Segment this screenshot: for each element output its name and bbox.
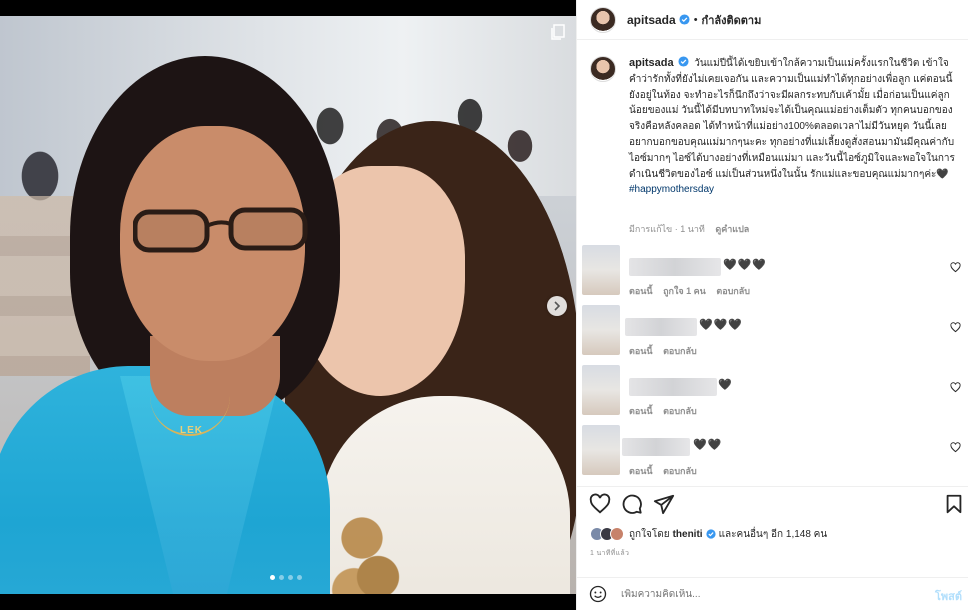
caption-edited: มีการแก้ไข · 1 นาที [629, 224, 705, 234]
see-translation-link[interactable]: ดูคำแปล [715, 224, 749, 234]
comment-item: 🖤🖤🖤 ตอนนี้ ถูกใจ 1 คน ตอบกลับ [577, 242, 968, 300]
post-side-panel: apitsada • กำลังติดตาม apitsada วันแม่ปี… [576, 0, 968, 610]
carousel-dot [288, 575, 293, 580]
comment-text: 🖤 [718, 379, 733, 391]
post-header: apitsada • กำลังติดตาม [577, 0, 968, 40]
redacted-username [629, 258, 721, 276]
commenter-avatar[interactable] [582, 245, 620, 295]
action-bar [577, 486, 968, 522]
header-separator: • [693, 13, 698, 26]
caption-meta: มีการแก้ไข · 1 นาที ดูคำแปล [629, 222, 757, 236]
instagram-post-modal: LEK apitsada • กำลังติดตาม apitsada วันแ… [0, 0, 968, 610]
comment-likes[interactable]: ถูกใจ 1 คน [663, 286, 706, 296]
reply-button[interactable]: ตอบกลับ [663, 406, 697, 416]
commenter-avatar[interactable] [582, 305, 620, 355]
glasses [133, 207, 308, 253]
comment-input[interactable] [621, 588, 901, 600]
reply-button[interactable]: ตอบกลับ [716, 286, 750, 296]
redacted-username [625, 318, 697, 336]
header-username[interactable]: apitsada [627, 13, 676, 27]
necklace-text: LEK [180, 425, 203, 436]
profile-avatar[interactable] [590, 6, 616, 33]
likes-count[interactable]: และคนอื่นๆ อีก 1,148 คน [719, 527, 828, 542]
redacted-username [622, 438, 690, 456]
comment-time: ตอนนี้ [629, 286, 653, 296]
like-comment-heart-icon[interactable] [950, 382, 961, 393]
comment-time: ตอนนี้ [629, 406, 653, 416]
share-paper-plane-icon[interactable] [653, 493, 675, 515]
post-timestamp: 1 นาทีที่แล้ว [590, 550, 630, 557]
caption-body: วันแม่ปีนี้ได้เขยิบเข้าใกล้ความเป็นแม่คร… [629, 58, 955, 180]
verified-badge-icon [705, 529, 716, 539]
caption-username[interactable]: apitsada [629, 57, 674, 69]
carousel-multi-icon [551, 24, 565, 40]
caption: apitsada วันแม่ปีนี้ได้เขยิบเข้าใกล้ความ… [577, 44, 968, 240]
caption-hashtag[interactable]: #happymothersday [629, 182, 959, 198]
comment-time: ตอนนี้ [629, 466, 653, 476]
liker-avatar[interactable] [610, 527, 624, 541]
comment-time: ตอนนี้ [629, 346, 653, 356]
reply-button[interactable]: ตอบกลับ [663, 466, 697, 476]
like-comment-heart-icon[interactable] [950, 262, 961, 273]
post-comment-button[interactable]: โพสต์ [935, 587, 962, 605]
carousel-dot-active [270, 575, 275, 580]
comment-meta: ตอนนี้ ตอบกลับ [629, 464, 705, 478]
liker-avatars [590, 527, 624, 541]
add-comment-bar: โพสต์ [577, 577, 968, 610]
comment-item: 🖤🖤🖤 ตอนนี้ ตอบกลับ [577, 302, 968, 360]
like-comment-heart-icon[interactable] [950, 322, 961, 333]
comment-item: 🖤 ตอนนี้ ตอบกลับ [577, 362, 968, 420]
caption-text-block: apitsada วันแม่ปีนี้ได้เขยิบเข้าใกล้ความ… [629, 56, 959, 198]
likes-summary: ถูกใจโดย theniti และคนอื่นๆ อีก 1,148 คน [590, 524, 827, 544]
caption-avatar[interactable] [590, 56, 616, 82]
commenter-avatar[interactable] [582, 365, 620, 415]
reply-button[interactable]: ตอบกลับ [663, 346, 697, 356]
comment-text: 🖤🖤🖤 [723, 259, 768, 271]
post-media: LEK [0, 0, 576, 610]
verified-badge-icon [679, 14, 690, 25]
comment-meta: ตอนนี้ ตอบกลับ [629, 344, 705, 358]
carousel-next-button[interactable] [547, 296, 567, 316]
liked-by-user[interactable]: theniti [673, 529, 703, 540]
comment-bubble-icon[interactable] [621, 493, 643, 515]
redacted-username [629, 378, 717, 396]
verified-badge-icon [678, 56, 689, 67]
comment-list: 🖤🖤🖤 ตอนนี้ ถูกใจ 1 คน ตอบกลับ 🖤🖤🖤 ตอนนี้ [577, 240, 968, 485]
following-button[interactable]: กำลังติดตาม [702, 11, 762, 29]
like-heart-icon[interactable] [589, 493, 611, 515]
emoji-icon[interactable] [589, 585, 607, 603]
comment-text: 🖤🖤 [693, 439, 723, 451]
carousel-indicator [270, 575, 302, 580]
comment-meta: ตอนนี้ ตอบกลับ [629, 404, 705, 418]
post-photo: LEK [0, 16, 576, 594]
comment-meta: ตอนนี้ ถูกใจ 1 คน ตอบกลับ [629, 284, 758, 298]
like-comment-heart-icon[interactable] [950, 442, 961, 453]
liked-by-prefix: ถูกใจโดย [629, 528, 670, 540]
commenter-avatar[interactable] [582, 425, 620, 475]
carousel-dot [297, 575, 302, 580]
carousel-dot [279, 575, 284, 580]
save-bookmark-icon[interactable] [943, 493, 965, 515]
chevron-right-icon [554, 301, 561, 311]
comment-item: 🖤🖤 ตอนนี้ ตอบกลับ [577, 422, 968, 480]
comment-text: 🖤🖤🖤 [699, 319, 744, 331]
